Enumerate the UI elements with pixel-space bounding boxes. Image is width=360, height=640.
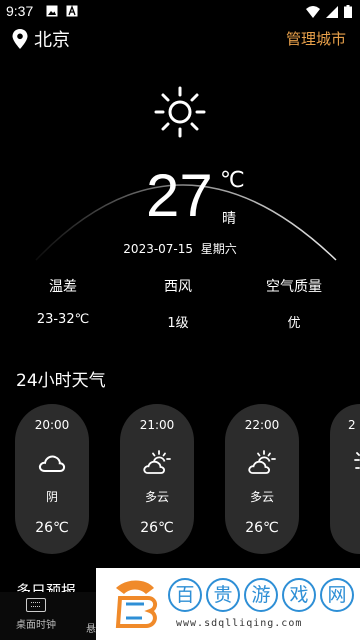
hourly-card[interactable]: 22:00 多云 26℃ bbox=[225, 404, 299, 554]
hour-condition: 阴 bbox=[45, 490, 58, 504]
stat-value: 1级 bbox=[167, 316, 189, 331]
partly-cloudy-icon bbox=[248, 450, 276, 474]
stat-air-quality: 空气质量 优 bbox=[244, 276, 344, 331]
hourly-title: 24小时天气 bbox=[16, 371, 106, 391]
manage-cities-link[interactable]: 管理城市 bbox=[286, 28, 346, 49]
status-time: 9:37 bbox=[6, 3, 34, 19]
battery-icon bbox=[344, 5, 352, 18]
hour-time: 22:00 bbox=[244, 418, 280, 432]
city-name: 北京 bbox=[34, 30, 70, 51]
stat-value: 优 bbox=[287, 316, 301, 331]
nav-next-partial[interactable]: 悬 bbox=[86, 620, 96, 635]
partly-cloudy-icon bbox=[143, 450, 171, 474]
hour-time: 21:00 bbox=[139, 418, 175, 432]
current-date: 2023-07-15 bbox=[123, 242, 194, 256]
stat-label: 温差 bbox=[49, 279, 77, 295]
watermark-url: www.sdqlliqing.com bbox=[176, 618, 303, 629]
hour-temperature: 26℃ bbox=[140, 520, 174, 536]
hourly-card-partial[interactable]: 2 bbox=[330, 404, 360, 554]
current-temperature: 27 bbox=[146, 162, 213, 229]
nav-desk-clock[interactable]: 桌面时钟 bbox=[16, 598, 56, 631]
site-watermark: 百 贵 游 戏 网 www.sdqlliqing.com bbox=[96, 568, 360, 640]
wifi-icon bbox=[306, 5, 320, 18]
watermark-char: 贵 bbox=[206, 578, 240, 612]
location[interactable]: 北京 bbox=[12, 26, 70, 52]
temperature-unit: ℃ bbox=[220, 168, 245, 193]
status-indicators bbox=[306, 5, 352, 18]
sun-icon bbox=[154, 86, 206, 138]
watermark-chars: 百 贵 游 戏 网 bbox=[168, 578, 354, 612]
desk-clock-icon bbox=[26, 598, 46, 612]
nav-label: 桌面时钟 bbox=[16, 620, 56, 631]
signal-icon bbox=[326, 5, 338, 18]
hour-temperature: 26℃ bbox=[245, 520, 279, 536]
cloud-icon bbox=[38, 455, 66, 472]
current-condition: 晴 bbox=[222, 211, 236, 227]
partly-cloudy-icon bbox=[354, 452, 360, 469]
image-notification-icon bbox=[46, 5, 58, 17]
hour-time: 2 bbox=[348, 418, 356, 432]
hour-condition: 多云 bbox=[144, 490, 169, 504]
hourly-card[interactable]: 20:00 阴 26℃ bbox=[15, 404, 89, 554]
watermark-char: 百 bbox=[168, 578, 202, 612]
stat-temp-range: 温差 23-32℃ bbox=[13, 276, 113, 327]
watermark-char: 游 bbox=[244, 578, 278, 612]
hourly-card[interactable]: 21:00 多云 26℃ bbox=[120, 404, 194, 554]
watermark-char: 戏 bbox=[282, 578, 316, 612]
location-pin-icon bbox=[12, 29, 28, 49]
date-line: 2023-07-15 星期六 bbox=[0, 240, 360, 257]
hour-time: 20:00 bbox=[34, 418, 70, 432]
stat-label: 空气质量 bbox=[266, 279, 322, 295]
stat-wind: 西风 1级 bbox=[128, 276, 228, 331]
watermark-char: 网 bbox=[320, 578, 354, 612]
watermark-logo-icon bbox=[115, 580, 157, 628]
stat-label: 西风 bbox=[164, 279, 192, 295]
hour-condition: 多云 bbox=[249, 490, 274, 504]
app-notification-icon bbox=[66, 5, 78, 17]
hour-temperature: 26℃ bbox=[35, 520, 69, 536]
stat-value: 23-32℃ bbox=[36, 312, 90, 327]
current-weekday: 星期六 bbox=[200, 242, 237, 256]
status-bar: 9:37 bbox=[0, 0, 360, 24]
